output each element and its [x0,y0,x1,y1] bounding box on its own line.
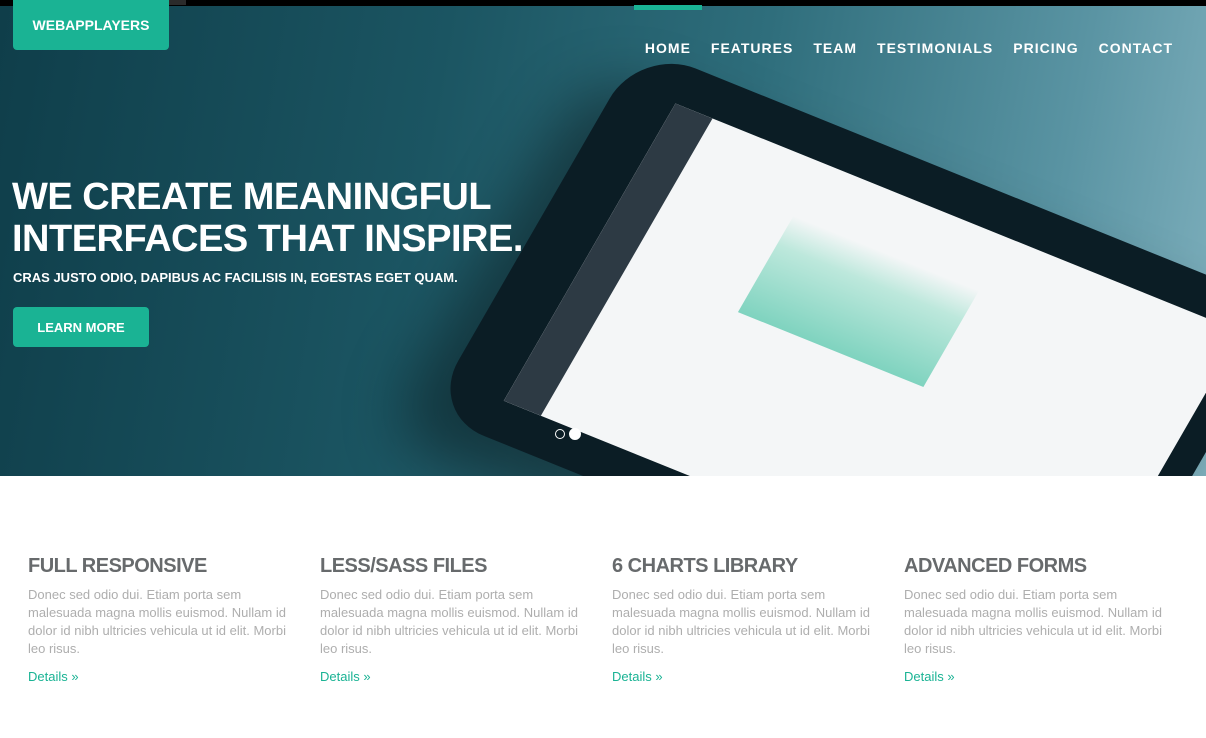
features-section: FULL RESPONSIVE Donec sed odio dui. Etiam… [28,555,1196,686]
feature-card: ADVANCED FORMS Donec sed odio dui. Etiam … [904,555,1196,686]
nav-testimonials[interactable]: TESTIMONIALS [877,40,993,56]
brand-logo[interactable]: WEBAPPLAYERS [13,0,169,50]
hero-title: WE CREATE MEANINGFUL INTERFACES THAT INSP… [12,176,523,260]
feature-text: Donec sed odio dui. Etiam porta sem male… [28,587,286,656]
feature-title: 6 CHARTS LIBRARY [612,555,798,577]
hero-title-line: INTERFACES THAT INSPIRE. [12,218,523,260]
details-link[interactable]: Details » [904,669,955,684]
feature-title: LESS/SASS FILES [320,555,487,577]
details-link[interactable]: Details » [320,669,371,684]
phone-screen [503,103,1206,476]
main-nav: HOME FEATURES TEAM TESTIMONIALS PRICING … [633,5,1173,56]
nav-contact[interactable]: CONTACT [1099,40,1173,56]
feature-text: Donec sed odio dui. Etiam porta sem male… [320,587,578,656]
nav-features[interactable]: FEATURES [711,40,793,56]
details-link[interactable]: Details » [28,669,79,684]
nav-home[interactable]: HOME [633,5,702,56]
hero-subtitle: CRAS JUSTO ODIO, DAPIBUS AC FACILISIS IN… [13,270,458,285]
feature-card: LESS/SASS FILES Donec sed odio dui. Etiam… [320,555,612,686]
feature-card: 6 CHARTS LIBRARY Donec sed odio dui. Etia… [612,555,904,686]
feature-title: ADVANCED FORMS [904,555,1087,577]
nav-pricing[interactable]: PRICING [1013,40,1078,56]
carousel-indicators [555,428,581,440]
nav-team[interactable]: TEAM [813,40,857,56]
details-link[interactable]: Details » [612,669,663,684]
screen-chart [737,215,979,387]
hero-carousel: WE CREATE MEANINGFUL INTERFACES THAT INSP… [0,6,1206,476]
learn-more-button[interactable]: LEARN MORE [13,307,149,347]
carousel-dot[interactable] [555,429,565,439]
screen-sidebar [503,103,713,416]
feature-title: FULL RESPONSIVE [28,555,207,577]
carousel-dot-active[interactable] [569,428,581,440]
feature-text: Donec sed odio dui. Etiam porta sem male… [904,587,1162,656]
phone-image [427,46,1206,476]
hero-title-line: WE CREATE MEANINGFUL [12,176,492,218]
feature-text: Donec sed odio dui. Etiam porta sem male… [612,587,870,656]
feature-card: FULL RESPONSIVE Donec sed odio dui. Etiam… [28,555,320,686]
